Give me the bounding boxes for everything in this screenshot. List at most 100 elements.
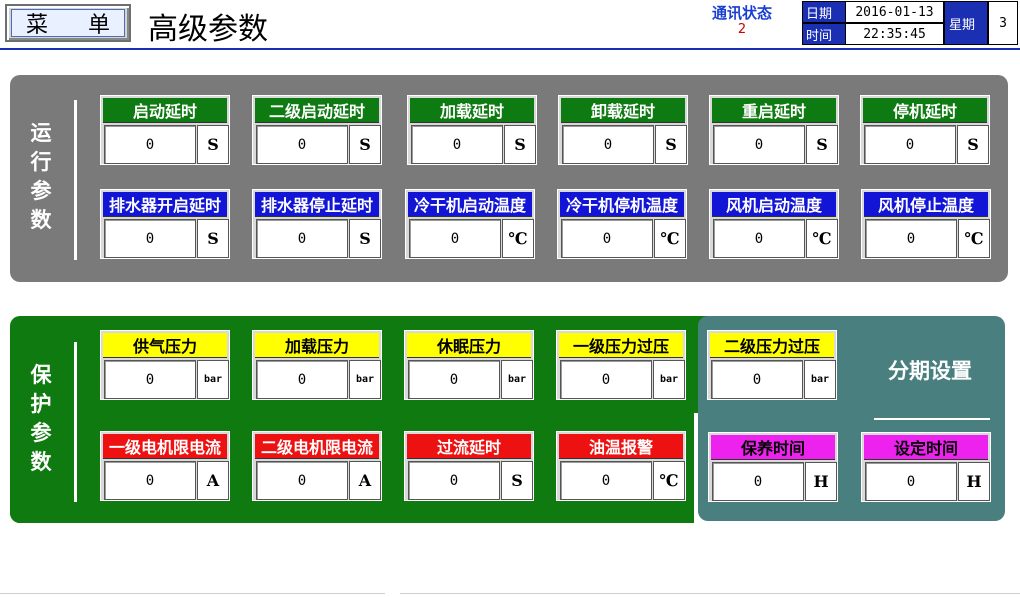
stage-param-box: 保养时间 0 H (708, 432, 838, 502)
run-param-value-input[interactable]: 0 (713, 125, 805, 164)
run-param-box: 启动延时 0 S (100, 95, 230, 165)
bottom-rule (0, 593, 385, 594)
run-param-box: 卸载延时 0 S (558, 95, 688, 165)
protect-param-box: 一级电机限电流 0 A (100, 431, 230, 501)
run-param-label: 风机停止温度 (864, 192, 988, 217)
protect-param-unit: bar (197, 360, 229, 399)
run-param-label: 停机延时 (863, 98, 987, 123)
protect-param-label: 一级电机限电流 (103, 434, 227, 459)
protect-param-label: 二级压力过压 (710, 333, 834, 358)
run-param-unit: S (957, 125, 989, 164)
run-param-label: 排水器停止延时 (255, 192, 379, 217)
stage-param-value-input[interactable]: 0 (712, 462, 804, 501)
protect-param-unit: ℃ (653, 461, 685, 500)
stage-param-unit: H (958, 462, 990, 501)
protect-param-value-input[interactable]: 0 (256, 461, 348, 500)
protect-param-value-input[interactable]: 0 (408, 360, 500, 399)
run-param-label: 冷干机启动温度 (408, 192, 532, 217)
protect-param-box: 油温报警 0 ℃ (556, 431, 686, 501)
stage-param-box: 设定时间 0 H (861, 432, 991, 502)
run-param-label: 风机启动温度 (712, 192, 836, 217)
run-title-char: 数 (30, 207, 52, 232)
protect-param-unit: bar (501, 360, 533, 399)
run-title-char: 参 (30, 178, 52, 203)
run-param-box: 排水器停止延时 0 S (252, 189, 382, 259)
run-param-unit: S (655, 125, 687, 164)
protect-param-value-input[interactable]: 0 (560, 461, 652, 500)
run-param-unit: S (197, 219, 229, 258)
run-param-label: 二级启动延时 (255, 98, 379, 123)
menu-char-2: 单 (87, 13, 110, 38)
run-param-box: 排水器开启延时 0 S (100, 189, 230, 259)
run-param-box: 风机停止温度 0 ℃ (861, 189, 991, 259)
run-section-divider (74, 100, 77, 260)
run-param-unit: S (349, 125, 381, 164)
page-title: 高级参数 (148, 12, 268, 47)
protect-param-unit: bar (653, 360, 685, 399)
protect-title-char: 参 (30, 420, 52, 445)
run-param-value-input[interactable]: 0 (865, 219, 957, 258)
run-param-box: 重启延时 0 S (709, 95, 839, 165)
protect-section-title: 保 护 参 数 (28, 360, 54, 476)
weekday-label: 星期 (944, 1, 988, 45)
run-param-label: 重启延时 (712, 98, 836, 123)
run-param-value-input[interactable]: 0 (104, 219, 196, 258)
run-param-value-input[interactable]: 0 (864, 125, 956, 164)
protect-param-value-input[interactable]: 0 (711, 360, 803, 399)
protect-param-label: 休眠压力 (407, 333, 531, 358)
protect-param-label: 二级电机限电流 (255, 434, 379, 459)
protect-param-unit: S (501, 461, 533, 500)
run-param-value-input[interactable]: 0 (409, 219, 501, 258)
comm-status-value: 2 (737, 22, 747, 37)
run-param-label: 排水器开启延时 (103, 192, 227, 217)
protect-param-value-input[interactable]: 0 (408, 461, 500, 500)
stage-param-unit: H (805, 462, 837, 501)
run-param-value-input[interactable]: 0 (256, 125, 348, 164)
stage-param-label: 设定时间 (864, 435, 988, 460)
run-param-unit: ℃ (806, 219, 838, 258)
run-param-unit: S (197, 125, 229, 164)
run-param-value-input[interactable]: 0 (713, 219, 805, 258)
stage-settings-title[interactable]: 分期设置 (860, 355, 1000, 385)
run-param-value-input[interactable]: 0 (104, 125, 196, 164)
protect-param-value-input[interactable]: 0 (104, 461, 196, 500)
run-param-unit: ℃ (502, 219, 534, 258)
stage-title-underline (874, 418, 990, 420)
protect-title-char: 保 (30, 362, 52, 387)
time-value: 22:35:45 (845, 23, 944, 45)
protect-param-value-input[interactable]: 0 (256, 360, 348, 399)
stage-panel-join (848, 316, 860, 416)
stage-param-label: 保养时间 (711, 435, 835, 460)
run-param-box: 冷干机停机温度 0 ℃ (557, 189, 687, 259)
protect-param-box: 二级电机限电流 0 A (252, 431, 382, 501)
stage-param-value-input[interactable]: 0 (865, 462, 957, 501)
run-section-title: 运 行 参 数 (28, 118, 54, 234)
run-title-char: 行 (30, 149, 52, 174)
header-divider (0, 48, 1020, 50)
protect-param-box: 二级压力过压 0 bar (707, 330, 837, 400)
protect-param-unit: bar (349, 360, 381, 399)
protect-section-divider (74, 342, 77, 502)
run-param-box: 二级启动延时 0 S (252, 95, 382, 165)
menu-button-face[interactable]: 菜 单 (11, 9, 125, 38)
run-param-label: 卸载延时 (561, 98, 685, 123)
comm-status-label: 通讯状态 (711, 4, 772, 22)
run-param-unit: S (504, 125, 536, 164)
run-param-value-input[interactable]: 0 (561, 219, 653, 258)
protect-param-unit: A (197, 461, 229, 500)
protect-title-char: 护 (30, 391, 52, 416)
menu-button[interactable]: 菜 单 (5, 4, 131, 42)
protect-title-char: 数 (30, 449, 52, 474)
run-param-value-input[interactable]: 0 (562, 125, 654, 164)
run-param-unit: S (806, 125, 838, 164)
protect-param-value-input[interactable]: 0 (104, 360, 196, 399)
protect-param-label: 加载压力 (255, 333, 379, 358)
run-param-value-input[interactable]: 0 (256, 219, 348, 258)
protect-param-unit: A (349, 461, 381, 500)
protect-param-value-input[interactable]: 0 (560, 360, 652, 399)
run-param-box: 加载延时 0 S (407, 95, 537, 165)
run-param-label: 冷干机停机温度 (560, 192, 684, 217)
run-title-char: 运 (30, 120, 52, 145)
run-param-value-input[interactable]: 0 (411, 125, 503, 164)
protect-param-box: 过流延时 0 S (404, 431, 534, 501)
